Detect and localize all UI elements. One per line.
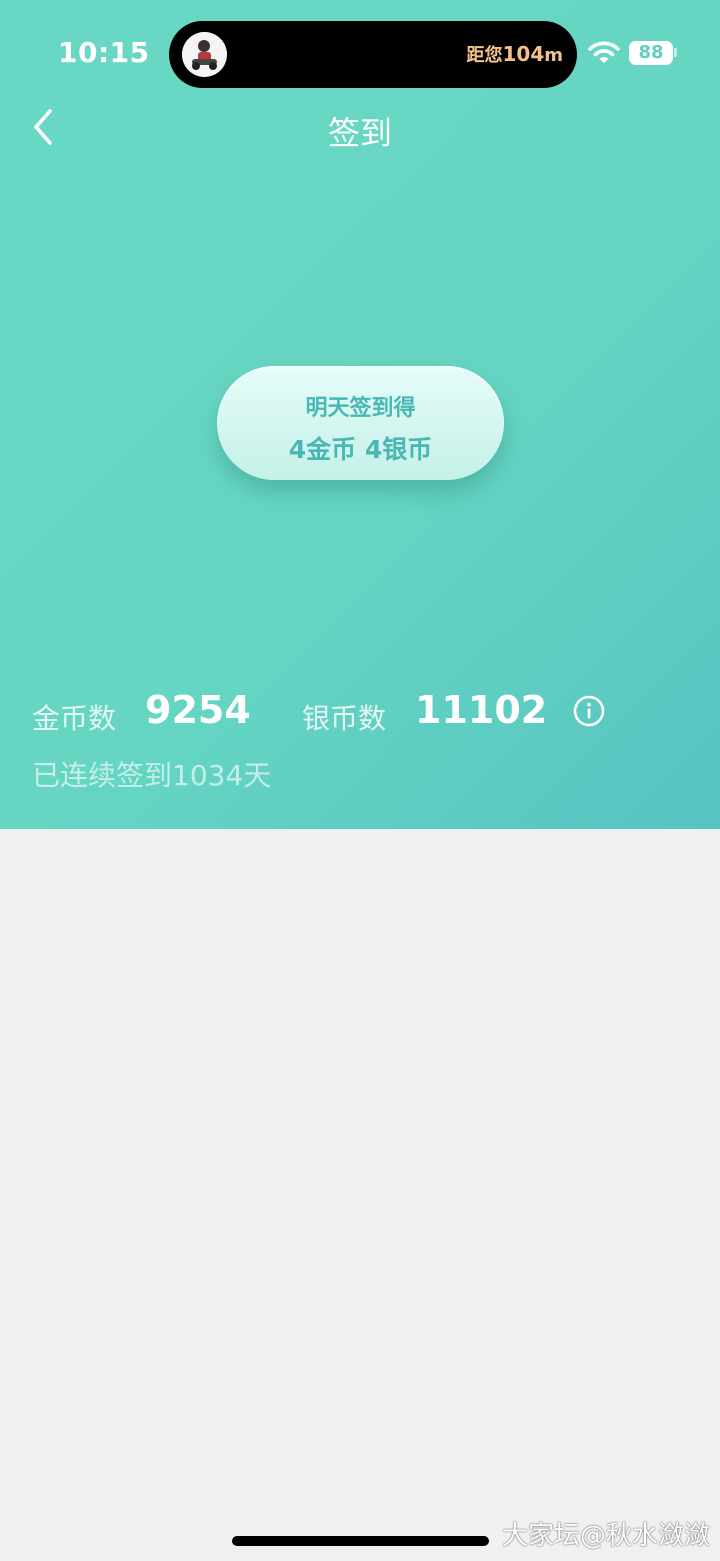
battery-cap — [674, 48, 677, 57]
battery-text: 88 — [638, 42, 664, 63]
distance-unit: m — [544, 45, 563, 66]
home-indicator[interactable] — [232, 1536, 489, 1546]
signin-reward-amount: 4金币 4银币 — [288, 435, 433, 464]
status-time: 10:15 — [58, 36, 150, 69]
battery-indicator: 88 — [629, 41, 673, 65]
avatar-icon — [182, 32, 227, 77]
distance-label: 距您104m — [466, 41, 563, 67]
distance-value: 104 — [502, 42, 545, 66]
silver-coin-label: 银币数 — [302, 702, 387, 735]
gold-coin-label: 金币数 — [32, 702, 117, 735]
streak-text: 已连续签到1034天 — [32, 759, 272, 792]
gold-coin-value: 9254 — [145, 688, 251, 732]
distance-prefix: 距您 — [466, 45, 503, 66]
watermark: 大家坛@秋水潋潋 — [502, 1521, 711, 1551]
dynamic-island[interactable]: 距您104m — [169, 21, 577, 88]
silver-coin-value: 11102 — [415, 688, 548, 732]
page-title: 签到 — [327, 114, 392, 152]
signin-page: 10:15 距您104m 88 签到 明天签到得 4金币 4银币 金币数 925… — [0, 0, 720, 1561]
info-icon[interactable] — [573, 695, 605, 727]
signin-button[interactable]: 明天签到得 4金币 4银币 — [217, 366, 504, 480]
wifi-icon — [588, 40, 620, 66]
signin-reward-caption: 明天签到得 — [305, 396, 416, 421]
